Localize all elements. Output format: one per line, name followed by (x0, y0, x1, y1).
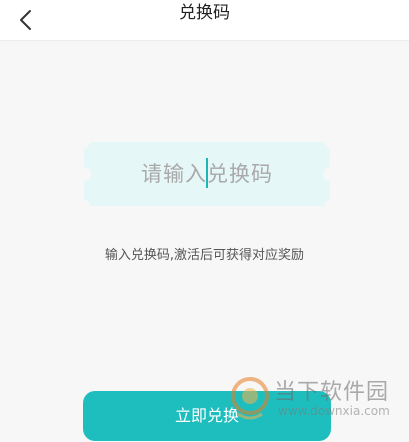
text-cursor (206, 158, 208, 188)
redeem-button[interactable]: 立即兑换 (83, 391, 331, 441)
top-bar: 兑换码 (0, 0, 409, 41)
redeem-hint: 输入兑换码,激活后可获得对应奖励 (104, 248, 305, 263)
page-title: 兑换码 (179, 3, 230, 23)
